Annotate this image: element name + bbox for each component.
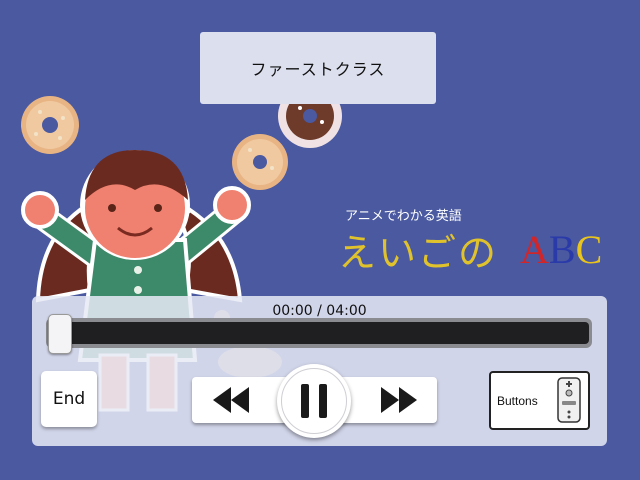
logo-abc: ABC <box>520 226 602 273</box>
donut-image <box>232 134 288 190</box>
rewind-icon <box>213 387 249 413</box>
fast-forward-icon <box>381 387 417 413</box>
logo-kana: えいごの <box>338 231 499 275</box>
rewind-button[interactable] <box>196 377 266 423</box>
fast-forward-button[interactable] <box>364 377 434 423</box>
player-controls-panel: 00:00 / 04:00 End Buttons <box>32 296 607 446</box>
logo-letter-b: B <box>548 227 576 272</box>
page-title: ファーストクラス <box>200 32 436 104</box>
seek-bar[interactable] <box>46 318 592 348</box>
seek-bar-track <box>49 322 589 344</box>
wii-remote-icon <box>557 377 581 423</box>
logo-letter-c: C <box>575 227 603 272</box>
logo-letter-a: A <box>520 227 549 272</box>
donut-image <box>21 96 79 154</box>
seek-bar-knob[interactable] <box>48 314 72 354</box>
time-readout: 00:00 / 04:00 <box>272 303 367 319</box>
pause-button[interactable] <box>277 364 351 438</box>
end-button[interactable]: End <box>41 371 97 427</box>
pause-button-ring <box>281 368 347 434</box>
buttons-help-button[interactable]: Buttons <box>489 371 590 430</box>
buttons-label: Buttons <box>497 393 538 408</box>
pause-icon <box>301 384 327 418</box>
